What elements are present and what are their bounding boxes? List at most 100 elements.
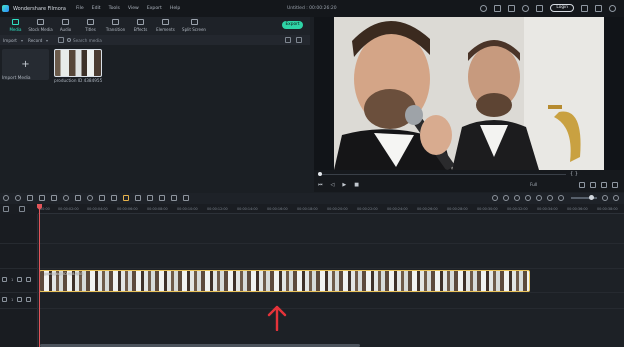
volume-icon[interactable] — [601, 182, 607, 188]
media-clip-thumbnail[interactable] — [54, 49, 102, 77]
close-icon[interactable] — [609, 4, 616, 12]
preview-quality-dropdown[interactable]: Full — [530, 182, 537, 187]
media-search-bar: Import ▾ Record ▾ — [0, 35, 310, 45]
lock-icon[interactable] — [17, 277, 23, 282]
playhead-line[interactable] — [39, 207, 40, 347]
audio-mixer-icon[interactable] — [525, 195, 531, 201]
shield-icon[interactable] — [503, 195, 509, 201]
media-library-panel: + — [0, 45, 310, 193]
stock-media-icon — [37, 19, 44, 25]
green-screen-icon[interactable] — [159, 195, 165, 201]
tab-media[interactable]: Media — [3, 17, 28, 35]
headset-icon[interactable] — [522, 4, 530, 12]
import-media-label: Import Media — [2, 76, 31, 81]
fullscreen-icon[interactable] — [612, 182, 618, 188]
menu-tools[interactable]: Tools — [109, 6, 120, 11]
zoom-slider-handle[interactable] — [589, 195, 594, 200]
stop-icon[interactable]: ■ — [354, 182, 359, 188]
captions-icon[interactable] — [536, 195, 542, 201]
chevron-down-icon: ▾ — [20, 37, 23, 43]
transition-icon — [112, 19, 119, 25]
tab-audio[interactable]: Audio — [53, 17, 78, 35]
media-clip-label: production ID 4384955 — [54, 78, 103, 83]
menu-file[interactable]: File — [76, 6, 84, 11]
elements-icon — [162, 19, 169, 25]
zoom-out-icon[interactable] — [558, 195, 564, 201]
grid-view-icon[interactable] — [296, 37, 302, 43]
zoom-in-icon[interactable] — [602, 195, 608, 201]
timer-icon[interactable] — [87, 195, 93, 201]
split-icon[interactable] — [147, 195, 153, 201]
tab-elements[interactable]: Elements — [153, 17, 178, 35]
ruler-tick: 00:00:10:00 — [177, 207, 198, 211]
import-dropdown[interactable]: Import ▾ — [3, 37, 25, 44]
download-icon[interactable] — [536, 4, 544, 12]
keyframe-icon[interactable] — [123, 195, 129, 201]
render-icon[interactable] — [492, 195, 498, 201]
color-icon[interactable] — [75, 195, 81, 201]
media-toolbar: Media Stock Media Audio Titles Transitio… — [0, 17, 310, 35]
redo-icon[interactable] — [15, 195, 21, 201]
audio-adjust-icon[interactable] — [111, 195, 117, 201]
export-button[interactable]: Export — [282, 21, 303, 29]
timeline-video-clip[interactable]: production ID 4384955 — [39, 270, 530, 292]
delete-icon[interactable] — [27, 195, 33, 201]
search-box — [67, 37, 117, 44]
ruler-tick: 00:00:04:00 — [87, 207, 108, 211]
tab-split-screen[interactable]: Split Screen — [178, 17, 210, 35]
tab-stock-media[interactable]: Stock Media — [28, 17, 53, 35]
motion-track-icon[interactable] — [135, 195, 141, 201]
timeline-grid-icon[interactable] — [613, 195, 619, 201]
display-icon[interactable] — [579, 182, 585, 188]
funnel-icon[interactable] — [285, 37, 291, 43]
mark-in-out-icon[interactable]: { } — [570, 171, 578, 177]
sort-dropdown[interactable]: Record ▾ — [28, 37, 50, 44]
freeze-frame-icon[interactable] — [183, 195, 189, 201]
tab-effects[interactable]: Effects — [128, 17, 153, 35]
lock-icon[interactable] — [17, 297, 23, 302]
lightbulb-icon[interactable] — [480, 4, 488, 12]
minimize-icon[interactable] — [581, 4, 588, 12]
tab-transition[interactable]: Transition — [103, 17, 128, 35]
play-icon[interactable]: ▶ — [342, 182, 346, 188]
stabilize-icon[interactable] — [171, 195, 177, 201]
timeline-ruler[interactable]: 00:00 00:00:02:00 00:00:04:00 00:00:06:0… — [0, 204, 624, 214]
maximize-icon[interactable] — [595, 4, 602, 12]
marker-icon[interactable] — [547, 195, 553, 201]
speaker-icon[interactable] — [26, 297, 32, 302]
search-input[interactable] — [73, 37, 113, 43]
crop-icon[interactable] — [51, 195, 57, 201]
timeline-clip-label: production ID 4384955 — [44, 272, 84, 276]
microphone-icon[interactable] — [514, 195, 520, 201]
titles-icon — [87, 19, 94, 25]
menu-bar: File Edit Tools View Export Help — [76, 6, 180, 11]
transform-icon[interactable] — [99, 195, 105, 201]
menu-view[interactable]: View — [128, 6, 139, 11]
login-button[interactable]: Login — [550, 4, 574, 12]
filmora-logo-icon — [2, 5, 9, 12]
monitor-icon[interactable] — [508, 4, 516, 12]
cloud-icon[interactable] — [494, 4, 502, 12]
step-back-icon[interactable]: ⏮ — [318, 182, 323, 188]
menu-help[interactable]: Help — [170, 6, 180, 11]
zoom-slider[interactable] — [571, 195, 597, 200]
preview-scrubber[interactable] — [320, 174, 566, 175]
speed-icon[interactable] — [63, 195, 69, 201]
add-track-icon[interactable] — [3, 206, 9, 212]
menu-export[interactable]: Export — [147, 6, 162, 11]
empty-track — [0, 244, 624, 269]
frame-back-icon[interactable]: ◁ — [331, 182, 335, 188]
effects-icon — [137, 19, 144, 25]
ruler-tick: 00:00:34:00 — [537, 207, 558, 211]
cut-icon[interactable] — [39, 195, 45, 201]
ruler-tick: 00:00:30:00 — [477, 207, 498, 211]
snapshot-icon[interactable] — [590, 182, 596, 188]
tab-titles[interactable]: Titles — [78, 17, 103, 35]
video-track-number: 1 — [11, 277, 14, 282]
filter-icon[interactable] — [58, 37, 64, 43]
preview-scrubber-handle[interactable] — [318, 172, 322, 176]
link-icon[interactable] — [19, 206, 25, 212]
undo-icon[interactable] — [3, 195, 9, 201]
eye-icon[interactable] — [26, 277, 32, 282]
menu-edit[interactable]: Edit — [92, 6, 101, 11]
